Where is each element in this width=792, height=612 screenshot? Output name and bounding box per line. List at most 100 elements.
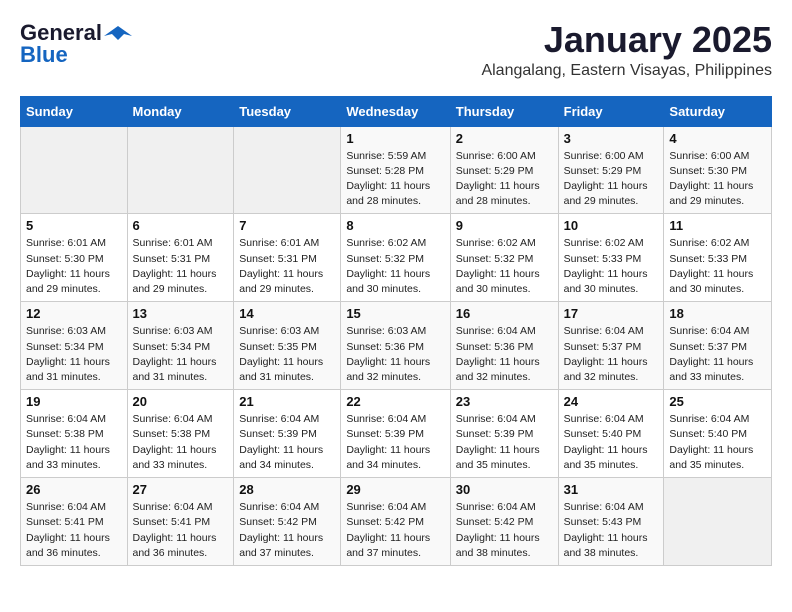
day-number: 28 xyxy=(239,482,335,497)
day-cell: 22 Sunrise: 6:04 AMSunset: 5:39 PMDayligh… xyxy=(341,390,450,478)
week-row-3: 12 Sunrise: 6:03 AMSunset: 5:34 PMDayligh… xyxy=(21,302,772,390)
day-cell: 6 Sunrise: 6:01 AMSunset: 5:31 PMDaylight… xyxy=(127,214,234,302)
day-number: 21 xyxy=(239,394,335,409)
day-cell: 5 Sunrise: 6:01 AMSunset: 5:30 PMDaylight… xyxy=(21,214,128,302)
day-cell xyxy=(234,126,341,214)
day-cell: 11 Sunrise: 6:02 AMSunset: 5:33 PMDayligh… xyxy=(664,214,772,302)
day-cell: 20Sunrise: 6:04 AMSunset: 5:38 PMDayligh… xyxy=(127,390,234,478)
col-header-wednesday: Wednesday xyxy=(341,96,450,126)
day-number: 22 xyxy=(346,394,444,409)
day-number: 24 xyxy=(564,394,659,409)
day-cell: 1Sunrise: 5:59 AMSunset: 5:28 PMDaylight… xyxy=(341,126,450,214)
day-info: Sunrise: 6:03 AMSunset: 5:35 PMDaylight:… xyxy=(239,324,335,385)
week-row-2: 5 Sunrise: 6:01 AMSunset: 5:30 PMDaylight… xyxy=(21,214,772,302)
day-number: 8 xyxy=(346,218,444,233)
day-info: Sunrise: 6:04 AMSunset: 5:39 PMDaylight:… xyxy=(456,412,553,473)
col-header-thursday: Thursday xyxy=(450,96,558,126)
day-number: 6 xyxy=(133,218,229,233)
day-info: Sunrise: 6:04 AMSunset: 5:40 PMDaylight:… xyxy=(669,412,766,473)
day-number: 15 xyxy=(346,306,444,321)
day-cell: 10 Sunrise: 6:02 AMSunset: 5:33 PMDayligh… xyxy=(558,214,664,302)
day-number: 3 xyxy=(564,131,659,146)
col-header-friday: Friday xyxy=(558,96,664,126)
day-cell: 29 Sunrise: 6:04 AMSunset: 5:42 PMDayligh… xyxy=(341,478,450,566)
day-info: Sunrise: 6:02 AMSunset: 5:32 PMDaylight:… xyxy=(346,236,444,297)
day-info: Sunrise: 6:01 AMSunset: 5:31 PMDaylight:… xyxy=(239,236,335,297)
day-info: Sunrise: 6:04 AMSunset: 5:36 PMDaylight:… xyxy=(456,324,553,385)
day-number: 26 xyxy=(26,482,122,497)
day-info: Sunrise: 6:04 AMSunset: 5:40 PMDaylight:… xyxy=(564,412,659,473)
day-info: Sunrise: 6:01 AMSunset: 5:31 PMDaylight:… xyxy=(133,236,229,297)
day-info: Sunrise: 6:00 AMSunset: 5:29 PMDaylight:… xyxy=(564,149,659,210)
logo-blue: Blue xyxy=(20,42,68,68)
day-cell: 12 Sunrise: 6:03 AMSunset: 5:34 PMDayligh… xyxy=(21,302,128,390)
day-number: 27 xyxy=(133,482,229,497)
day-number: 14 xyxy=(239,306,335,321)
day-number: 31 xyxy=(564,482,659,497)
day-cell: 21Sunrise: 6:04 AMSunset: 5:39 PMDayligh… xyxy=(234,390,341,478)
day-number: 23 xyxy=(456,394,553,409)
calendar-title: January 2025 xyxy=(481,20,772,60)
day-number: 18 xyxy=(669,306,766,321)
day-number: 7 xyxy=(239,218,335,233)
day-info: Sunrise: 6:03 AMSunset: 5:36 PMDaylight:… xyxy=(346,324,444,385)
day-info: Sunrise: 6:04 AMSunset: 5:42 PMDaylight:… xyxy=(456,500,553,561)
day-info: Sunrise: 6:03 AMSunset: 5:34 PMDaylight:… xyxy=(26,324,122,385)
day-number: 4 xyxy=(669,131,766,146)
day-cell: 2Sunrise: 6:00 AMSunset: 5:29 PMDaylight… xyxy=(450,126,558,214)
day-cell: 9 Sunrise: 6:02 AMSunset: 5:32 PMDaylight… xyxy=(450,214,558,302)
day-cell: 18Sunrise: 6:04 AMSunset: 5:37 PMDayligh… xyxy=(664,302,772,390)
week-row-4: 19 Sunrise: 6:04 AMSunset: 5:38 PMDayligh… xyxy=(21,390,772,478)
day-number: 16 xyxy=(456,306,553,321)
day-info: Sunrise: 6:02 AMSunset: 5:33 PMDaylight:… xyxy=(564,236,659,297)
day-cell: 23 Sunrise: 6:04 AMSunset: 5:39 PMDayligh… xyxy=(450,390,558,478)
week-row-5: 26Sunrise: 6:04 AMSunset: 5:41 PMDayligh… xyxy=(21,478,772,566)
day-cell: 24 Sunrise: 6:04 AMSunset: 5:40 PMDayligh… xyxy=(558,390,664,478)
day-cell: 4 Sunrise: 6:00 AMSunset: 5:30 PMDaylight… xyxy=(664,126,772,214)
day-info: Sunrise: 6:04 AMSunset: 5:42 PMDaylight:… xyxy=(239,500,335,561)
day-number: 10 xyxy=(564,218,659,233)
day-info: Sunrise: 6:04 AMSunset: 5:39 PMDaylight:… xyxy=(346,412,444,473)
day-info: Sunrise: 6:04 AMSunset: 5:38 PMDaylight:… xyxy=(133,412,229,473)
day-cell: 3 Sunrise: 6:00 AMSunset: 5:29 PMDaylight… xyxy=(558,126,664,214)
col-header-monday: Monday xyxy=(127,96,234,126)
day-cell: 8 Sunrise: 6:02 AMSunset: 5:32 PMDaylight… xyxy=(341,214,450,302)
day-number: 1 xyxy=(346,131,444,146)
day-info: Sunrise: 6:04 AMSunset: 5:43 PMDaylight:… xyxy=(564,500,659,561)
day-info: Sunrise: 6:04 AMSunset: 5:42 PMDaylight:… xyxy=(346,500,444,561)
day-cell: 19 Sunrise: 6:04 AMSunset: 5:38 PMDayligh… xyxy=(21,390,128,478)
day-cell: 26Sunrise: 6:04 AMSunset: 5:41 PMDayligh… xyxy=(21,478,128,566)
day-number: 9 xyxy=(456,218,553,233)
day-cell: 17Sunrise: 6:04 AMSunset: 5:37 PMDayligh… xyxy=(558,302,664,390)
day-info: Sunrise: 6:04 AMSunset: 5:38 PMDaylight:… xyxy=(26,412,122,473)
day-cell xyxy=(664,478,772,566)
day-cell: 28 Sunrise: 6:04 AMSunset: 5:42 PMDayligh… xyxy=(234,478,341,566)
header-row: SundayMondayTuesdayWednesdayThursdayFrid… xyxy=(21,96,772,126)
day-cell xyxy=(21,126,128,214)
col-header-sunday: Sunday xyxy=(21,96,128,126)
day-info: Sunrise: 6:02 AMSunset: 5:33 PMDaylight:… xyxy=(669,236,766,297)
calendar-table: SundayMondayTuesdayWednesdayThursdayFrid… xyxy=(20,96,772,566)
col-header-saturday: Saturday xyxy=(664,96,772,126)
day-cell xyxy=(127,126,234,214)
day-number: 19 xyxy=(26,394,122,409)
day-cell: 27Sunrise: 6:04 AMSunset: 5:41 PMDayligh… xyxy=(127,478,234,566)
day-cell: 15 Sunrise: 6:03 AMSunset: 5:36 PMDayligh… xyxy=(341,302,450,390)
day-number: 5 xyxy=(26,218,122,233)
day-info: Sunrise: 6:00 AMSunset: 5:29 PMDaylight:… xyxy=(456,149,553,210)
day-info: Sunrise: 6:00 AMSunset: 5:30 PMDaylight:… xyxy=(669,149,766,210)
day-number: 30 xyxy=(456,482,553,497)
day-number: 13 xyxy=(133,306,229,321)
day-cell: 13 Sunrise: 6:03 AMSunset: 5:34 PMDayligh… xyxy=(127,302,234,390)
day-number: 11 xyxy=(669,218,766,233)
day-cell: 30 Sunrise: 6:04 AMSunset: 5:42 PMDayligh… xyxy=(450,478,558,566)
day-number: 17 xyxy=(564,306,659,321)
day-number: 12 xyxy=(26,306,122,321)
day-info: Sunrise: 6:02 AMSunset: 5:32 PMDaylight:… xyxy=(456,236,553,297)
day-info: Sunrise: 6:03 AMSunset: 5:34 PMDaylight:… xyxy=(133,324,229,385)
day-number: 29 xyxy=(346,482,444,497)
day-info: Sunrise: 6:01 AMSunset: 5:30 PMDaylight:… xyxy=(26,236,122,297)
col-header-tuesday: Tuesday xyxy=(234,96,341,126)
day-cell: 14 Sunrise: 6:03 AMSunset: 5:35 PMDayligh… xyxy=(234,302,341,390)
day-cell: 16 Sunrise: 6:04 AMSunset: 5:36 PMDayligh… xyxy=(450,302,558,390)
